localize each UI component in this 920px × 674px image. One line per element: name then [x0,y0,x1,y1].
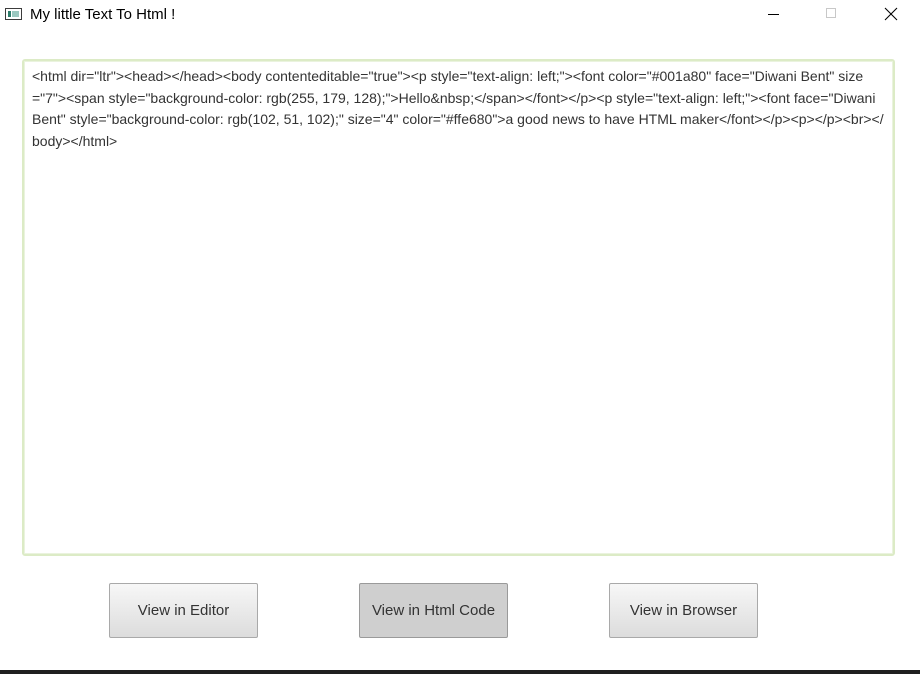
window-title: My little Text To Html ! [30,6,176,23]
close-button[interactable] [867,0,913,30]
taskbar-edge [0,670,920,674]
maximize-button[interactable] [808,0,854,30]
minimize-button[interactable] [750,0,796,30]
minimize-icon [768,14,779,15]
html-code-textarea[interactable]: <html dir="ltr"><head></head><body conte… [22,59,895,556]
maximize-icon [826,8,836,18]
app-window-icon [5,8,22,20]
view-in-html-code-button[interactable]: View in Html Code [359,583,508,638]
view-in-browser-button[interactable]: View in Browser [609,583,758,638]
close-icon [884,7,898,21]
title-bar[interactable]: My little Text To Html ! [0,0,920,30]
html-code-content: <html dir="ltr"><head></head><body conte… [32,68,884,149]
view-in-editor-button[interactable]: View in Editor [109,583,258,638]
